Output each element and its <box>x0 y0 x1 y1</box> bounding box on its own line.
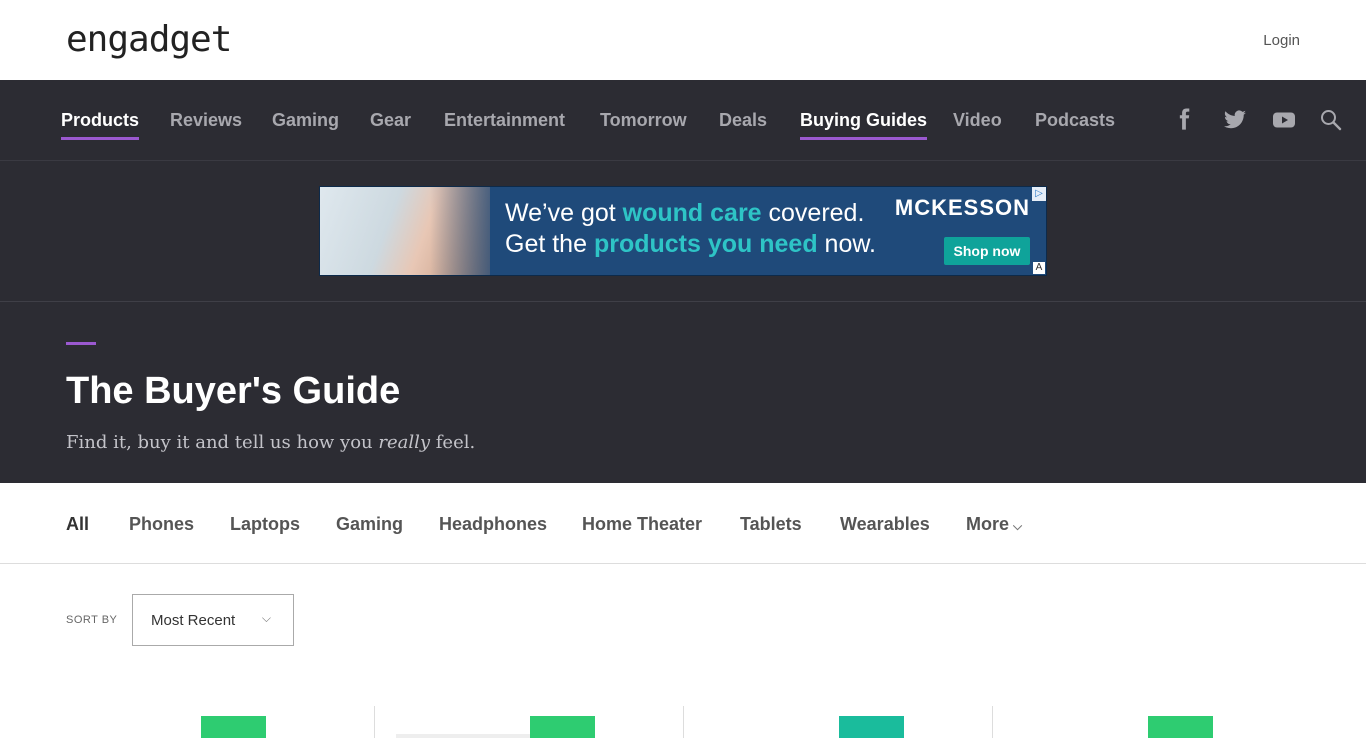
tab-home-theater[interactable]: Home Theater <box>582 514 702 535</box>
card-tag <box>1148 716 1213 738</box>
sort-value: Most Recent <box>151 612 236 629</box>
ad-headline-1: We’ve got wound care covered. <box>505 199 865 227</box>
ad-row: We’ve got wound care covered. Get the pr… <box>0 161 1366 302</box>
tab-headphones[interactable]: Headphones <box>439 514 547 535</box>
nav-entertainment[interactable]: Entertainment <box>444 110 565 137</box>
twitter-icon[interactable] <box>1223 108 1247 132</box>
card-divider <box>992 706 993 738</box>
ad-badge-icon[interactable]: A <box>1033 262 1045 274</box>
category-tabs: All Phones Laptops Gaming Headphones Hom… <box>0 483 1366 564</box>
ad-brand-logo: MCKESSON <box>894 195 1030 220</box>
page-title: The Buyer's Guide <box>66 370 401 412</box>
sort-label: SORT BY <box>66 614 118 626</box>
sort-select[interactable]: Most Recent ⌵ <box>132 594 294 646</box>
nav-deals[interactable]: Deals <box>719 110 767 137</box>
tab-phones[interactable]: Phones <box>129 514 194 535</box>
tab-gaming[interactable]: Gaming <box>336 514 403 535</box>
top-bar: engadget Login <box>0 0 1366 80</box>
facebook-icon[interactable] <box>1174 108 1198 132</box>
search-icon[interactable] <box>1319 108 1343 132</box>
nav-buying-guides[interactable]: Buying Guides <box>800 110 928 140</box>
hero-section: The Buyer's Guide Find it, buy it and te… <box>0 302 1366 483</box>
nav-products[interactable]: Products <box>61 110 140 140</box>
nav-gaming[interactable]: Gaming <box>272 110 339 137</box>
card-image-placeholder <box>396 734 531 738</box>
ad-shop-now-button[interactable]: Shop now <box>944 237 1030 265</box>
hero-accent-bar <box>66 342 96 345</box>
card-tag <box>201 716 266 738</box>
tab-laptops[interactable]: Laptops <box>230 514 300 535</box>
page-subtitle: Find it, buy it and tell us how you real… <box>66 432 476 453</box>
ad-banner[interactable]: We’ve got wound care covered. Get the pr… <box>319 186 1047 276</box>
ad-headline-2: Get the products you need now. <box>505 230 876 258</box>
card-tag <box>839 716 904 738</box>
chevron-down-icon: ⌵ <box>261 611 271 625</box>
nav-video[interactable]: Video <box>953 110 1002 137</box>
card-divider <box>374 706 375 738</box>
card-tag <box>530 716 595 738</box>
nav-gear[interactable]: Gear <box>370 110 411 137</box>
nav-tomorrow[interactable]: Tomorrow <box>600 110 687 137</box>
nav-reviews[interactable]: Reviews <box>170 110 242 137</box>
tab-tablets[interactable]: Tablets <box>740 514 802 535</box>
youtube-icon[interactable] <box>1272 108 1296 132</box>
tab-wearables[interactable]: Wearables <box>840 514 930 535</box>
tab-more[interactable]: More ⌵ <box>966 514 1022 535</box>
card-divider <box>683 706 684 738</box>
tab-all[interactable]: All <box>66 514 89 535</box>
nav-podcasts[interactable]: Podcasts <box>1035 110 1115 137</box>
login-link[interactable]: Login <box>1263 32 1300 49</box>
engadget-logo[interactable]: engadget <box>66 22 232 58</box>
adchoices-icon[interactable]: ▷ <box>1032 187 1046 201</box>
chevron-down-icon: ⌵ <box>1013 519 1023 533</box>
main-nav: Products Reviews Gaming Gear Entertainme… <box>0 80 1366 161</box>
